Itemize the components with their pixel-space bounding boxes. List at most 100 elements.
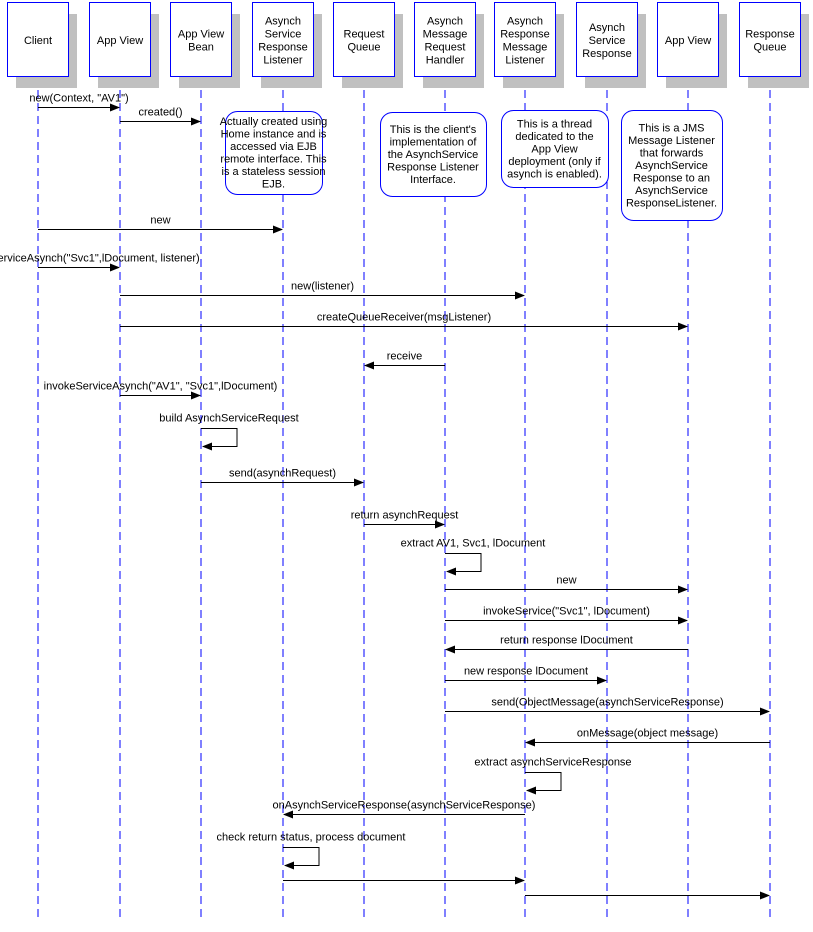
participant-asynch-response-message-listener[interactable]: AsynchResponseMessageListener xyxy=(494,2,565,89)
message-label: invokeServiceAsynch("Svc1",lDocument, li… xyxy=(0,253,200,265)
note-text: AsynchService xyxy=(635,185,708,197)
participant-label: Queue xyxy=(347,42,380,54)
note-text: EJB. xyxy=(262,179,285,191)
participant-label: Response xyxy=(258,42,308,54)
note: This is a threaddedicated to theApp View… xyxy=(501,110,609,188)
note-text: Actually created using xyxy=(220,116,328,128)
participant-label: Asynch xyxy=(507,16,543,28)
message-label: onAsynchServiceResponse(asynchServiceRes… xyxy=(273,800,536,812)
self-call-arrow xyxy=(445,553,482,576)
participant-label: Asynch xyxy=(427,16,463,28)
participant-label: Bean xyxy=(188,42,214,54)
participant-label: Listener xyxy=(505,55,544,67)
participant-label: Response xyxy=(582,48,632,60)
note-text: Message Listener xyxy=(628,135,715,147)
note-text: Response Listener xyxy=(387,161,479,173)
participant-label: Handler xyxy=(426,55,465,67)
note-text: remote interface. This xyxy=(220,154,327,166)
participant-label: Request xyxy=(425,42,466,54)
message-label: return response lDocument xyxy=(500,635,633,647)
message-label: build AsynchServiceRequest xyxy=(159,413,298,425)
message[interactable]: onMessage(object message) xyxy=(525,728,770,747)
note-text: deployment (only if xyxy=(508,156,601,168)
message-label: new xyxy=(556,575,576,587)
note-text: the AsynchService xyxy=(388,149,479,161)
participant-label: Client xyxy=(24,35,52,47)
note: Actually created usingHome instance and … xyxy=(220,111,328,195)
message[interactable]: send(ObjectMessage(asynchServiceResponse… xyxy=(445,697,770,716)
message-label: send(ObjectMessage(asynchServiceResponse… xyxy=(491,697,723,709)
note-text: asynch is enabled). xyxy=(507,168,602,180)
message[interactable]: new xyxy=(38,215,283,234)
note-text: App View xyxy=(531,143,577,155)
self-call-arrow xyxy=(525,772,562,795)
message[interactable]: new xyxy=(445,575,688,594)
note-text: accessed via EJB xyxy=(230,141,317,153)
participant-label: Response xyxy=(500,29,550,41)
participant-asynch-message-request-handler[interactable]: AsynchMessageRequestHandler xyxy=(414,2,485,89)
participant-client[interactable]: Client xyxy=(7,2,78,89)
message-label: createQueueReceiver(msgListener) xyxy=(317,312,491,324)
message-label: invokeService("Svc1", lDocument) xyxy=(483,606,650,618)
message[interactable]: return asynchRequest xyxy=(351,510,459,529)
message[interactable]: receive xyxy=(364,351,445,370)
note-text: AsynchService xyxy=(635,160,708,172)
message[interactable]: invokeServiceAsynch("AV1", "Svc1",lDocum… xyxy=(44,381,278,400)
note-text: This is a thread xyxy=(517,118,592,130)
message[interactable]: extract AV1, Svc1, lDocument xyxy=(401,538,546,576)
note-text: Home instance and is xyxy=(221,129,327,141)
message-label: send(asynchRequest) xyxy=(229,468,336,480)
participant-label: Asynch xyxy=(265,16,301,28)
note-text: This is the client's xyxy=(390,124,477,136)
participant-label: Service xyxy=(265,29,302,41)
participant-request-queue[interactable]: RequestQueue xyxy=(333,2,404,89)
message-label: extract AV1, Svc1, lDocument xyxy=(401,538,546,550)
participant-app-view[interactable]: App View xyxy=(89,2,160,89)
participant-app-view-bean[interactable]: App ViewBean xyxy=(170,2,241,89)
message-label: check return status, process document xyxy=(217,832,406,844)
message[interactable]: new(listener) xyxy=(120,281,525,300)
self-call-arrow xyxy=(283,847,320,870)
message[interactable]: onAsynchServiceResponse(asynchServiceRes… xyxy=(273,800,536,819)
note-text: This is a JMS xyxy=(638,122,704,134)
message-label: onMessage(object message) xyxy=(577,728,718,740)
participant-label: App View xyxy=(665,35,711,47)
message-label: new response lDocument xyxy=(464,666,588,678)
participant-label: Response xyxy=(745,29,795,41)
participant-label: Listener xyxy=(263,55,302,67)
message[interactable]: created() xyxy=(120,107,201,126)
note-text: is a stateless session xyxy=(222,166,326,178)
participant-label: Request xyxy=(344,29,385,41)
participant-label: App View xyxy=(178,29,224,41)
message[interactable]: invokeService("Svc1", lDocument) xyxy=(445,606,688,625)
participant-response-queue[interactable]: ResponseQueue xyxy=(739,2,810,89)
note: This is the client'simplementation ofthe… xyxy=(380,112,487,197)
note: This is a JMSMessage Listenerthat forwar… xyxy=(621,110,723,221)
message-label: new(Context, "AV1") xyxy=(29,93,128,105)
message[interactable]: return response lDocument xyxy=(445,635,688,654)
participant-label: App View xyxy=(97,35,143,47)
participant-asynch-service-response[interactable]: AsynchServiceResponse xyxy=(576,2,647,89)
participant-app-view-2[interactable]: App View xyxy=(657,2,728,89)
note-text: implementation of xyxy=(390,136,478,148)
sequence-diagram: Client App ViewApp ViewBeanAsynchServiceR… xyxy=(0,2,810,920)
participant-label: Message xyxy=(423,29,468,41)
message[interactable]: extract asynchServiceResponse xyxy=(474,757,632,795)
message-label: new(listener) xyxy=(291,281,354,293)
message-label: new xyxy=(150,215,170,227)
note-text: Response to an xyxy=(633,172,710,184)
participant-label: Message xyxy=(503,42,548,54)
message[interactable]: send(asynchRequest) xyxy=(201,468,364,487)
message[interactable]: new(Context, "AV1") xyxy=(29,93,129,112)
message[interactable]: check return status, process document xyxy=(217,832,406,870)
message[interactable]: createQueueReceiver(msgListener) xyxy=(120,312,688,331)
message-label: receive xyxy=(387,351,422,363)
participant-label: Asynch xyxy=(589,22,625,34)
participant-label: Service xyxy=(589,35,626,47)
participant-asynch-service-response-listener[interactable]: AsynchServiceResponseListener xyxy=(252,2,323,89)
message-label: invokeServiceAsynch("AV1", "Svc1",lDocum… xyxy=(44,381,278,393)
message[interactable]: build AsynchServiceRequest xyxy=(159,413,299,451)
message[interactable]: invokeServiceAsynch("Svc1",lDocument, li… xyxy=(0,253,200,272)
participant-label: Queue xyxy=(753,42,786,54)
message-label: created() xyxy=(138,107,182,119)
